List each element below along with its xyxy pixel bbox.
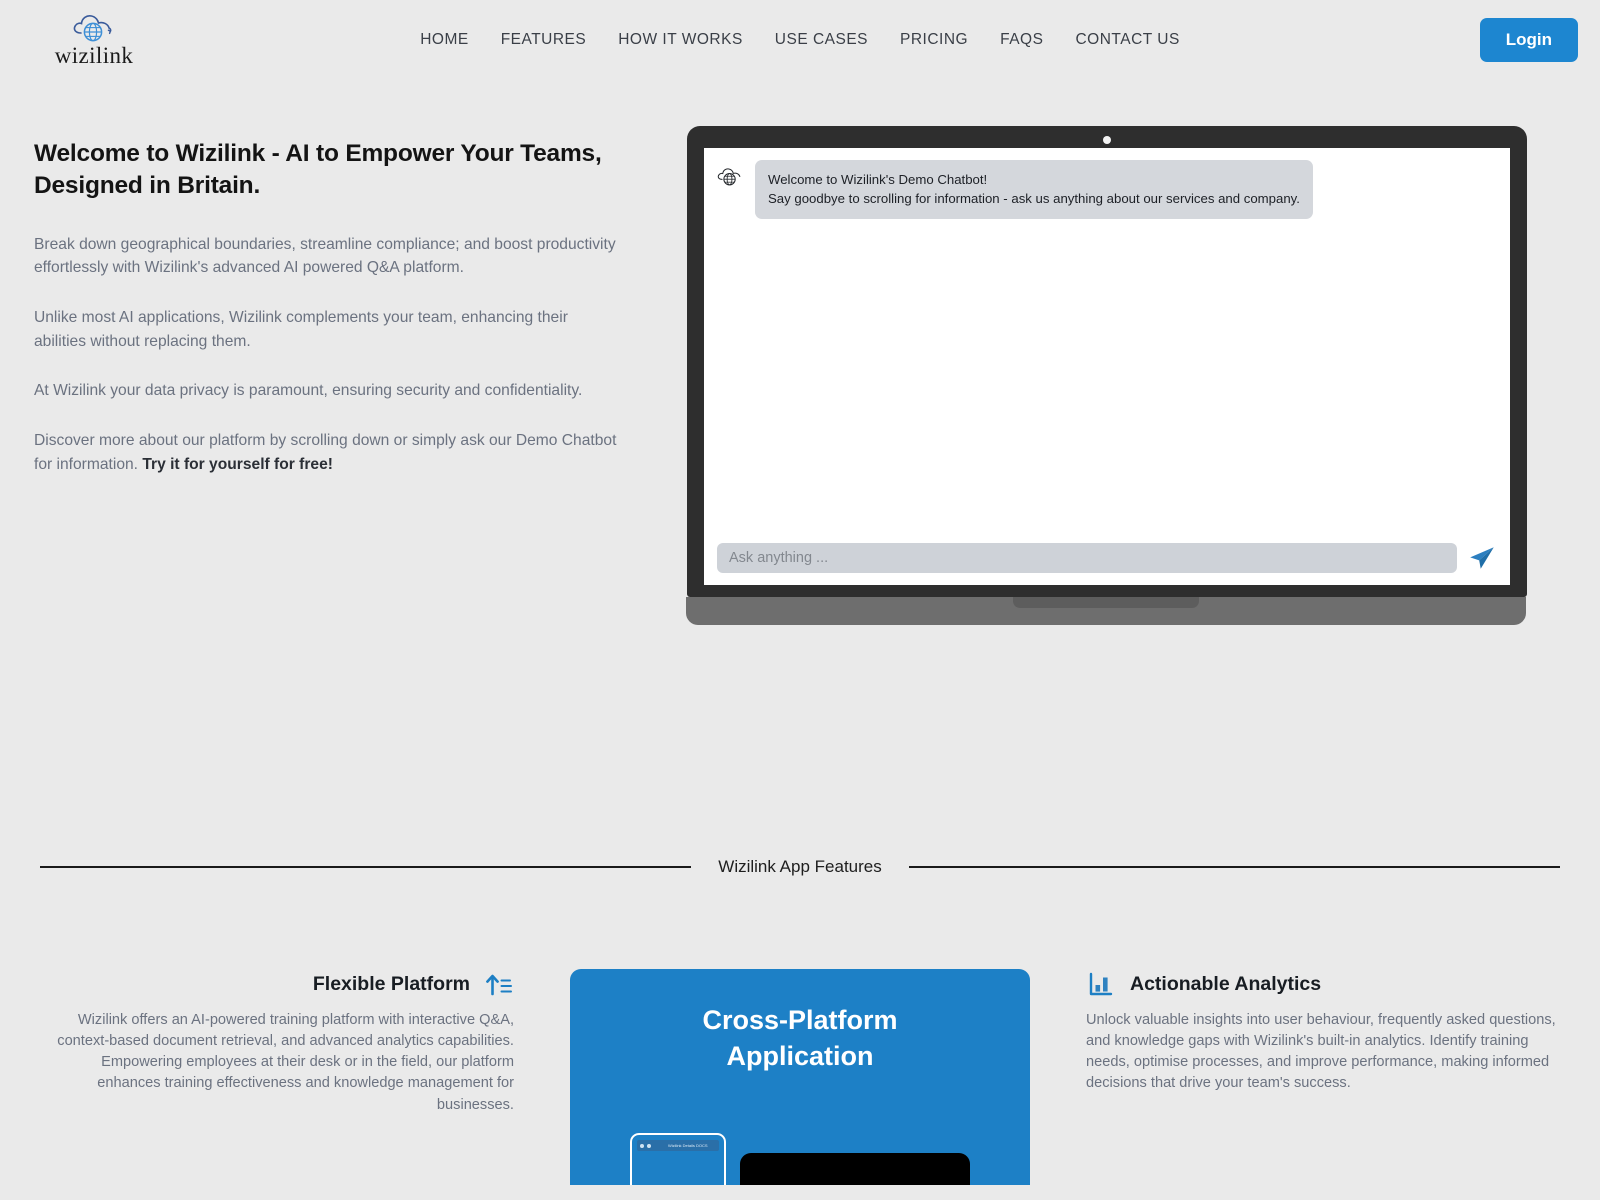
feature-description: Unlock valuable insights into user behav…	[1086, 1012, 1556, 1092]
laptop-trackpad	[1013, 597, 1199, 608]
tablet-tab-label: Wizilink Details DOCS	[668, 1143, 708, 1148]
browser-dot-icon	[647, 1143, 651, 1148]
hero-paragraph-4: Discover more about our platform by scro…	[34, 429, 619, 476]
laptop-mockup-wrap: Welcome to Wizilink's Demo Chatbot! Say …	[654, 122, 1560, 625]
chat-message: Welcome to Wizilink's Demo Chatbot! Say …	[715, 160, 1499, 220]
chat-message-area: Welcome to Wizilink's Demo Chatbot! Say …	[715, 160, 1499, 543]
webcam-icon	[1103, 136, 1111, 144]
sort-ascending-icon	[486, 974, 512, 996]
hero-paragraph-1: Break down geographical boundaries, stre…	[34, 235, 616, 277]
page-title: Welcome to Wizilink - AI to Empower Your…	[34, 140, 602, 200]
logo[interactable]: wizilink	[38, 11, 150, 69]
chat-message-line-1: Welcome to Wizilink's Demo Chatbot!	[768, 172, 988, 187]
laptop-screen-bezel: Welcome to Wizilink's Demo Chatbot! Say …	[687, 126, 1527, 597]
tablet-mockup: Wizilink Details DOCS	[630, 1133, 726, 1185]
tablet-browser-bar: Wizilink Details DOCS	[637, 1140, 719, 1151]
chat-input-row	[715, 543, 1499, 577]
site-header: wizilink HOME FEATURES HOW IT WORKS USE …	[0, 0, 1600, 80]
laptop-base	[686, 597, 1526, 625]
feature-flexible-platform: Flexible Platform Wizilink offers an AI-…	[36, 969, 514, 1116]
nav-item-contact-us[interactable]: CONTACT US	[1075, 31, 1179, 49]
divider-rule-left	[40, 866, 692, 868]
nav-item-how-it-works[interactable]: HOW IT WORKS	[618, 31, 743, 49]
nav-item-pricing[interactable]: PRICING	[900, 31, 968, 49]
paper-plane-icon[interactable]	[1467, 543, 1497, 573]
feature-header: Actionable Analytics	[1086, 969, 1564, 999]
bar-chart-icon	[1089, 972, 1113, 996]
nav-item-features[interactable]: FEATURES	[501, 31, 587, 49]
features-section: Flexible Platform Wizilink offers an AI-…	[0, 969, 1600, 1185]
feature-actionable-analytics: Actionable Analytics Unlock valuable ins…	[1086, 969, 1564, 1095]
hero-paragraph-2: Unlike most AI applications, Wizilink co…	[34, 309, 568, 350]
hero-section: Welcome to Wizilink - AI to Empower Your…	[0, 80, 1600, 625]
phone-mockup	[740, 1153, 970, 1185]
hero-copy: Welcome to Wizilink - AI to Empower Your…	[34, 122, 654, 625]
chat-message-line-2: Say goodbye to scrolling for information…	[768, 191, 1300, 207]
cloud-globe-icon	[73, 15, 112, 42]
chatbot-window: Welcome to Wizilink's Demo Chatbot! Say …	[704, 148, 1510, 585]
feature-title: Actionable Analytics	[1130, 972, 1322, 995]
hero-cta-bold: Try it for yourself for free!	[142, 455, 333, 473]
chat-input[interactable]	[717, 543, 1457, 573]
feature-description: Wizilink offers an AI-powered training p…	[57, 1012, 514, 1113]
cross-platform-card: Cross-Platform Application Wizilink Deta…	[570, 969, 1030, 1185]
nav-item-home[interactable]: HOME	[420, 31, 469, 49]
feature-title: Flexible Platform	[312, 972, 470, 995]
nav-item-use-cases[interactable]: USE CASES	[775, 31, 868, 49]
card-title-line-1: Cross-Platform	[702, 1005, 898, 1035]
login-button[interactable]: Login	[1479, 18, 1578, 62]
card-title-line-2: Application	[726, 1040, 874, 1071]
section-title: Wizilink App Features	[718, 857, 882, 876]
cloud-globe-icon	[717, 168, 741, 186]
main-nav: HOME FEATURES HOW IT WORKS USE CASES PRI…	[420, 31, 1180, 49]
browser-dot-icon	[640, 1143, 644, 1148]
feature-header: Flexible Platform	[36, 969, 514, 999]
hero-paragraph-3: At Wizilink your data privacy is paramou…	[34, 382, 583, 400]
laptop-mockup: Welcome to Wizilink's Demo Chatbot! Say …	[686, 126, 1527, 625]
chat-bubble: Welcome to Wizilink's Demo Chatbot! Say …	[755, 160, 1313, 220]
logo-text: wizilink	[54, 43, 134, 68]
card-title: Cross-Platform Application	[590, 1003, 1010, 1074]
section-divider: Wizilink App Features	[0, 857, 1600, 877]
divider-rule-right	[908, 866, 1561, 868]
device-mockups: Wizilink Details DOCS	[570, 1133, 1030, 1185]
nav-item-faqs[interactable]: FAQS	[1000, 31, 1043, 49]
